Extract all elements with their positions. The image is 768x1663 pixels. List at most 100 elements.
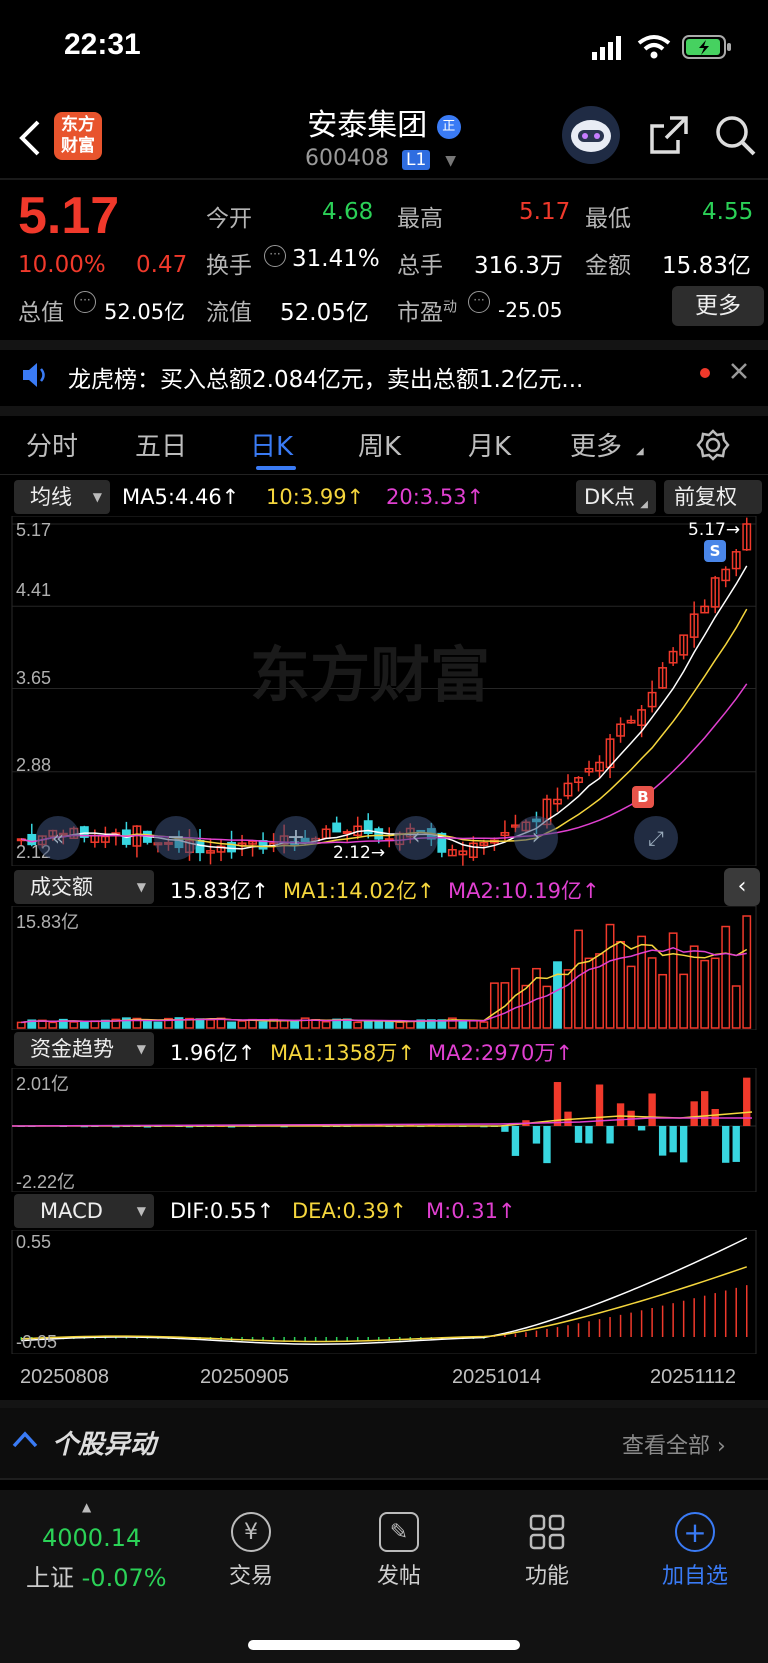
search-icon[interactable] (714, 114, 758, 162)
step-left-icon[interactable]: ‹ (394, 816, 438, 860)
volume-value: 316.3万 (474, 253, 563, 279)
macd-axis-top: 0.55 (16, 1232, 52, 1252)
tab-month-k[interactable]: 月K (468, 426, 511, 463)
fullscreen-icon[interactable]: ⤢ (634, 816, 678, 860)
index-value[interactable]: 4000.14 (42, 1524, 141, 1552)
fund-bar (690, 1101, 698, 1126)
dk-point-button[interactable]: DK点 ◢ (576, 480, 656, 514)
date-tick: 20250905 (200, 1366, 289, 1388)
adjust-button[interactable]: 前复权 (664, 480, 762, 514)
volume-bar (395, 1021, 405, 1029)
open-value: 4.68 (322, 199, 374, 225)
volume-bar (195, 1018, 205, 1029)
volume-bar (731, 985, 741, 1029)
more-button[interactable]: 更多 (672, 286, 764, 326)
step-right-icon[interactable]: › (514, 816, 558, 860)
edit-icon: ✎ (379, 1512, 419, 1552)
volume-bar (637, 935, 647, 1029)
tab-timeshare[interactable]: 分时 (26, 426, 78, 463)
last-price-label: 5.17→ (688, 520, 741, 540)
fund-bar (511, 1126, 520, 1156)
zoom-in-icon[interactable]: + (274, 816, 318, 860)
fund-trend-select[interactable]: 资金趋势 ▼ (14, 1032, 154, 1066)
fund-bar (679, 1126, 688, 1163)
volume-bar (521, 984, 531, 1029)
scroll-left-icon[interactable]: « (36, 816, 80, 860)
signal-icon (592, 36, 626, 64)
macd-axis-bottom: -0.05 (16, 1332, 58, 1352)
buy-marker[interactable]: B (632, 786, 654, 808)
tab-week-k[interactable]: 周K (358, 426, 401, 463)
volume-bar (237, 1020, 247, 1029)
low-price-label: 2.12→ (333, 843, 386, 863)
tab-more[interactable]: 更多 (570, 426, 622, 463)
view-all-link[interactable]: 查看全部 › (622, 1428, 726, 1460)
nav-functions[interactable]: 功能 (482, 1512, 612, 1590)
fund-ma2-line (11, 1117, 752, 1127)
fund-bar (595, 1084, 604, 1126)
volume-ma1: MA1:14.02亿↑ (283, 879, 435, 903)
chevron-right-icon: › (717, 1434, 726, 1459)
volume-bar (206, 1019, 215, 1029)
info-icon[interactable]: ··· (468, 291, 490, 313)
nav-post[interactable]: ✎ 发帖 (334, 1512, 464, 1590)
stock-alert-title: 个股异动 (52, 1430, 157, 1460)
macd-dif: DIF:0.55↑ (170, 1199, 275, 1223)
high-value: 5.17 (519, 199, 571, 225)
macd-chart (11, 1230, 757, 1354)
settings-icon[interactable] (696, 428, 730, 466)
macd-select[interactable]: MACD ▼ (14, 1194, 154, 1228)
change-pct: 10.00% (18, 252, 106, 278)
collapse-panel-icon[interactable]: ‹ (724, 868, 760, 906)
ma20-label: 20:3.53↑ (386, 485, 485, 509)
volume-bar (290, 1020, 300, 1029)
ma-select[interactable]: 均线 ▼ (14, 480, 110, 514)
chevron-down-icon[interactable]: ▼ (445, 153, 456, 169)
volume-bar (153, 1021, 163, 1029)
fund-bar (616, 1103, 625, 1126)
y-tick: 5.17 (16, 520, 52, 540)
total-mv-value: 52.05亿 (104, 300, 186, 324)
kline-chart[interactable]: 东方财富 (0, 516, 768, 866)
fund-bar (585, 1126, 593, 1144)
zoom-out-icon[interactable]: − (154, 816, 198, 860)
news-ticker[interactable]: 龙虎榜：买入总额2.084亿元，卖出总额1.2亿元... (68, 360, 658, 394)
tab-five-day[interactable]: 五日 (135, 426, 187, 463)
fund-bar (722, 1126, 730, 1163)
volume-bar (279, 1019, 289, 1029)
volume-label: 总手 (397, 253, 443, 279)
info-icon[interactable]: ··· (264, 245, 286, 267)
tab-day-k[interactable]: 日K (250, 426, 293, 463)
share-icon[interactable] (648, 114, 690, 160)
volume-bar (48, 1021, 58, 1029)
volume-chart (11, 906, 757, 1030)
volume-bar (142, 1020, 152, 1029)
volume-bar (616, 940, 626, 1029)
volume-select[interactable]: 成交额 ▼ (14, 870, 154, 904)
robot-avatar-icon[interactable] (562, 106, 620, 164)
volume-bar (321, 1021, 331, 1029)
chart-watermark: 东方财富 (250, 641, 490, 711)
date-tick: 20251112 (650, 1366, 737, 1388)
volume-bar (374, 1021, 384, 1029)
wifi-icon (637, 34, 671, 64)
close-icon[interactable] (728, 360, 750, 386)
sell-marker[interactable]: S (704, 540, 726, 562)
fund-ma2: MA2:2970万↑ (428, 1041, 573, 1065)
volume-bar (227, 1021, 236, 1029)
speaker-icon (20, 360, 50, 394)
volume-bar (647, 957, 657, 1029)
index-up-icon: ▲ (82, 1500, 92, 1514)
info-icon[interactable]: ··· (74, 291, 96, 313)
ma5-label: MA5:4.46↑ (122, 485, 240, 509)
ma10-label: 10:3.99↑ (266, 485, 365, 509)
turnover-label: 换手 (206, 253, 252, 279)
index-quote[interactable]: 上证 -0.07% (26, 1558, 167, 1593)
current-price: 5.17 (18, 187, 120, 245)
collapse-chevron-icon[interactable] (12, 1430, 38, 1452)
nav-trade[interactable]: ¥ 交易 (186, 1512, 316, 1590)
volume-bar (742, 915, 752, 1029)
high-label: 最高 (397, 206, 443, 232)
nav-add-watchlist[interactable]: + 加自选 (630, 1512, 760, 1590)
unread-dot (700, 368, 710, 378)
